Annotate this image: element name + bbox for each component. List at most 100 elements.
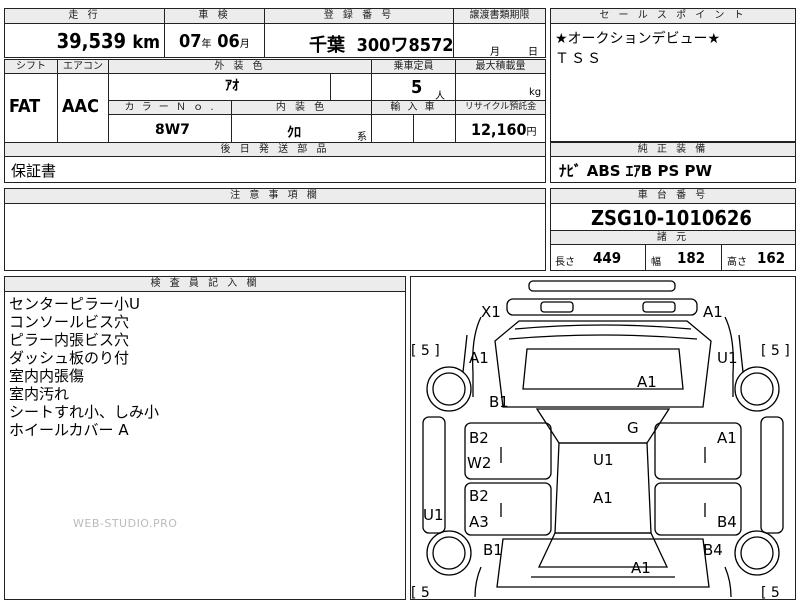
inspector-note: シートすれ小、しみ小 <box>9 403 160 421</box>
mark-a1-roof-rear: A1 <box>593 489 613 507</box>
sales-point-box: セ ー ル ス ポ イ ン ト ★オークションデビュー★ ＴＳＳ <box>550 8 796 142</box>
mark-x1: X1 <box>481 303 501 321</box>
inspector-box: 検 査 員 記 入 欄 センターピラー小U コンソールビス穴 ピラー内張ビス穴 … <box>4 276 406 600</box>
color-no-value: 8W7 <box>155 122 190 138</box>
mark-tire-left-front: [ 5 ] <box>411 343 440 359</box>
spec-grid: シフト FAT エアコン AAC 外 装 色 ｱｵ 乗車定員 5 人 最大積載量… <box>4 59 546 143</box>
recycle-fee: 12,160 <box>471 120 527 139</box>
recycle-value-row: 12,160円 <box>471 120 537 139</box>
height-value: 162 <box>757 249 786 267</box>
inspection-year: 07 <box>179 31 202 52</box>
import-header: 輸 入 車 <box>372 101 455 115</box>
inspector-notes-list: センターピラー小U コンソールビス穴 ピラー内張ビス穴 ダッシュ板のり付 室内内… <box>9 295 159 439</box>
mark-b4-right-rear: B4 <box>703 541 723 559</box>
mark-g-windshield: G <box>627 419 639 437</box>
transfer-day-unit: 日 <box>528 47 538 58</box>
mark-u1-roof: U1 <box>593 451 614 469</box>
mark-u1-right-fender: U1 <box>717 349 738 367</box>
shift-value: FAT <box>9 96 41 117</box>
capacity-header: 乗車定員 <box>372 60 455 74</box>
transfer-box: 譲渡書類期限 月 日 <box>453 8 546 58</box>
interior-suffix: 系 <box>357 132 367 143</box>
registration-box: 登 録 番 号 千葉 300ワ8572 <box>264 8 454 58</box>
registration-value-row: 千葉 300ワ8572 <box>309 31 454 57</box>
aircon-header: エアコン <box>58 60 108 74</box>
specs-header: 諸 元 <box>551 231 795 245</box>
sales-point-item: ＴＳＳ <box>555 51 603 67</box>
max-load-header: 最大積載量 <box>456 60 545 74</box>
mark-a1-top-right: A1 <box>703 303 723 321</box>
interior-color-value: ｸﾛ <box>287 125 301 141</box>
exterior-color-value: ｱｵ <box>225 78 239 94</box>
inspector-note: センターピラー小U <box>9 295 140 313</box>
watermark: WEB-STUDIO.PRO <box>73 517 178 530</box>
inspection-value-row: 07年 06月 <box>179 31 250 52</box>
mileage-unit: km <box>132 32 160 53</box>
mark-tire-right-front: [ 5 ] <box>761 343 790 359</box>
sales-point-header: セ ー ル ス ポ イ ン ト <box>551 9 795 24</box>
car-outline-diagram: X1 A1 [ 5 ] [ 5 ] A1 U1 A1 B1 G B2 A1 U1… <box>411 280 790 599</box>
width-value: 182 <box>677 249 706 267</box>
inspector-note: ダッシュ板のり付 <box>9 349 130 367</box>
mark-tire-left-rear: [ 5 <box>411 585 430 599</box>
inspector-note: コンソールビス穴 <box>9 313 130 331</box>
interior-color-header: 内 装 色 <box>232 101 371 115</box>
chassis-header: 車 台 番 号 <box>551 189 795 204</box>
transfer-month-unit: 月 <box>490 47 500 58</box>
mark-a1-left-fender: A1 <box>469 349 489 367</box>
mark-a1-right-door: A1 <box>717 429 737 447</box>
mark-b4-right-rear-door: B4 <box>717 513 737 531</box>
mark-b2-left-door: B2 <box>469 429 489 447</box>
aircon-value: AAC <box>62 96 99 117</box>
inspection-header: 車 検 <box>165 9 264 24</box>
notes-box: 注 意 事 項 欄 <box>4 188 546 271</box>
recycle-unit: 円 <box>526 127 537 138</box>
length-value: 449 <box>593 249 622 267</box>
color-no-header: カ ラ ー Ｎ ｏ . <box>109 101 231 115</box>
equipment-header: 純 正 装 備 <box>551 143 795 157</box>
registration-number: 300ワ8572 <box>356 35 454 56</box>
mark-b2-left-rear-door: B2 <box>469 487 489 505</box>
sales-point-list: ★オークションデビュー★ ＴＳＳ <box>555 29 720 69</box>
inspector-note: ピラー内張ビス穴 <box>9 331 130 349</box>
notes-header: 注 意 事 項 欄 <box>5 189 545 204</box>
mark-u1-left-sill: U1 <box>423 506 444 524</box>
year-unit: 年 <box>201 39 212 50</box>
mark-b1-left-rear: B1 <box>483 541 503 559</box>
height-label: 高さ <box>727 257 747 268</box>
inspector-note: 室内汚れ <box>9 385 70 403</box>
post-parts-box: 後 日 発 送 部 品 保証書 <box>4 142 546 183</box>
equipment-box: 純 正 装 備 ﾅﾋﾞ ABS ｴｱB PS PW <box>550 142 796 183</box>
post-parts-header: 後 日 発 送 部 品 <box>5 143 545 157</box>
inspection-box: 車 検 07年 06月 <box>164 8 265 58</box>
month-unit: 月 <box>239 39 250 50</box>
mileage-value-row: 39,539 km <box>57 29 160 53</box>
registration-header: 登 録 番 号 <box>265 9 453 24</box>
mark-a1-trunk: A1 <box>631 559 651 577</box>
shift-header: シフト <box>5 60 57 74</box>
inspector-note: 室内内張傷 <box>9 367 85 385</box>
mileage-box: 走 行 39,539 km <box>4 8 165 58</box>
mark-b1-left-front: B1 <box>489 393 509 411</box>
registration-area: 千葉 <box>309 35 345 56</box>
sales-point-item: ★オークションデビュー★ <box>555 31 721 47</box>
inspector-header: 検 査 員 記 入 欄 <box>5 277 405 292</box>
length-label: 長さ <box>555 257 575 268</box>
car-diagram-box: X1 A1 [ 5 ] [ 5 ] A1 U1 A1 B1 G B2 A1 U1… <box>410 276 796 600</box>
post-parts-value: 保証書 <box>11 162 57 180</box>
mark-w2-left-door: W2 <box>467 454 491 472</box>
chassis-value: ZSG10-1010626 <box>591 206 752 230</box>
mark-a3-left-rear-door: A3 <box>469 513 489 531</box>
equipment-value: ﾅﾋﾞ ABS ｴｱB PS PW <box>559 162 713 180</box>
load-unit: kg <box>529 87 542 98</box>
inspection-month: 06 <box>217 31 240 52</box>
width-label: 幅 <box>651 257 661 268</box>
mark-tire-right-rear: [ 5 <box>761 585 780 599</box>
transfer-header: 譲渡書類期限 <box>454 9 545 24</box>
inspector-note: ホイールカバー A <box>9 421 129 439</box>
mileage-value: 39,539 <box>56 29 127 53</box>
mark-a1-hood: A1 <box>637 373 657 391</box>
capacity-value: 5 <box>411 77 423 98</box>
chassis-box: 車 台 番 号 ZSG10-1010626 諸 元 長さ 449 幅 182 高… <box>550 188 796 271</box>
exterior-color-header: 外 装 色 <box>109 60 371 74</box>
